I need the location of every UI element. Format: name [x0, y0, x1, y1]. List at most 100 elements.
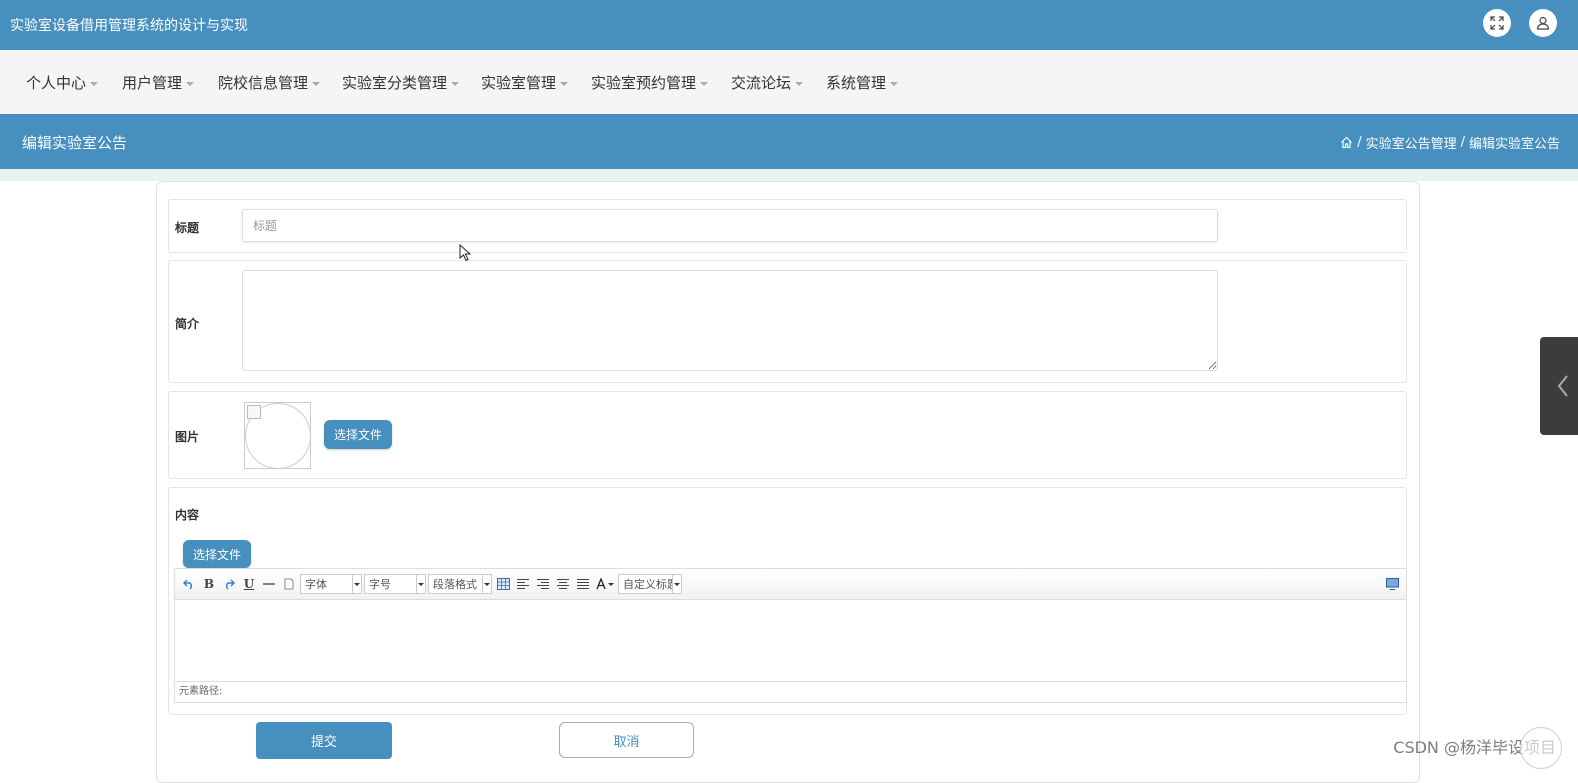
table-icon [496, 578, 510, 590]
rich-text-editor: B U 字体 字号 段落格式 自定义标题 元素路径: [174, 568, 1407, 703]
breadcrumb: / 实验室公告管理 / 编辑实验室公告 [1340, 133, 1560, 152]
underline-icon: U [243, 577, 255, 591]
chevron-left-icon [1557, 375, 1568, 397]
fullscreen-button[interactable] [1483, 9, 1511, 37]
caret-down-icon [890, 81, 899, 86]
custom-title-select[interactable]: 自定义标题 [618, 574, 682, 594]
nav-item-label: 实验室分类管理 [342, 74, 448, 92]
breadcrumb-separator: / [1357, 135, 1362, 150]
document-icon [284, 578, 294, 590]
title-row: 标题 [168, 199, 1407, 253]
caret-down-icon [560, 81, 569, 86]
nav-item-label: 院校信息管理 [218, 74, 309, 92]
image-label: 图片 [175, 430, 200, 444]
app-title: 实验室设备借用管理系统的设计与实现 [10, 18, 248, 34]
undo-icon [183, 579, 192, 590]
bold-icon: B [203, 577, 215, 591]
font-family-value: 字体 [305, 578, 327, 591]
dropdown-arrow-icon [352, 575, 361, 593]
horizontal-rule-icon [263, 583, 275, 585]
breadcrumb-separator: / [1460, 135, 1465, 150]
nav-item-lab-management[interactable]: 实验室管理 [481, 72, 569, 93]
insert-table-button[interactable] [493, 574, 513, 594]
page-title: 编辑实验室公告 [22, 134, 128, 152]
header-strip [0, 169, 1578, 181]
main-nav: 个人中心 用户管理 院校信息管理 实验室分类管理 实验室管理 实验室预约管理 交… [0, 50, 1578, 115]
caret-down-icon [312, 81, 321, 86]
paragraph-format-select[interactable]: 段落格式 [428, 574, 492, 594]
nav-item-label: 用户管理 [122, 74, 183, 92]
align-left-button[interactable] [513, 574, 533, 594]
align-right-button[interactable] [533, 574, 553, 594]
align-right-icon [537, 578, 549, 590]
breadcrumb-notice-management[interactable]: 实验室公告管理 [1366, 133, 1457, 152]
caret-down-icon [90, 81, 99, 86]
nav-item-label: 个人中心 [26, 74, 87, 92]
user-button[interactable] [1529, 9, 1557, 37]
nav-item-lab-category[interactable]: 实验室分类管理 [342, 72, 460, 93]
page-header: 编辑实验室公告 / 实验室公告管理 / 编辑实验室公告 [0, 114, 1578, 169]
align-left-icon [517, 578, 529, 590]
font-family-select[interactable]: 字体 [300, 574, 362, 594]
nav-item-system-management[interactable]: 系统管理 [826, 72, 899, 93]
caret-down-icon [795, 81, 804, 86]
align-center-icon [557, 578, 569, 590]
clear-format-button[interactable] [279, 574, 299, 594]
caret-down-icon [451, 81, 460, 86]
undo-button[interactable] [179, 574, 199, 594]
broken-image-icon [247, 405, 261, 419]
font-color-icon [596, 578, 614, 590]
intro-row: 简介 [168, 260, 1407, 383]
side-panel-toggle[interactable] [1540, 337, 1578, 435]
submit-button[interactable]: 提交 [256, 722, 392, 759]
nav-item-label: 交流论坛 [731, 74, 792, 92]
editor-body[interactable] [175, 599, 1406, 682]
redo-button[interactable] [219, 574, 239, 594]
content-choose-file-button[interactable]: 选择文件 [183, 540, 251, 568]
back-to-top-button[interactable] [1520, 727, 1562, 769]
fullscreen-icon [1490, 16, 1504, 30]
font-color-button[interactable] [593, 574, 617, 594]
monitor-icon [1385, 578, 1399, 590]
home-icon[interactable] [1340, 136, 1353, 149]
image-row: 图片 选择文件 [168, 391, 1407, 479]
title-label: 标题 [175, 221, 200, 235]
nav-item-school-info[interactable]: 院校信息管理 [218, 72, 321, 93]
justify-button[interactable] [573, 574, 593, 594]
top-bar: 实验室设备借用管理系统的设计与实现 [0, 0, 1578, 50]
editor-status-bar: 元素路径: [175, 681, 1406, 702]
breadcrumb-current: 编辑实验室公告 [1468, 137, 1560, 152]
redo-icon [226, 579, 235, 590]
align-center-button[interactable] [553, 574, 573, 594]
dropdown-arrow-icon [482, 575, 491, 593]
editor-toolbar: B U 字体 字号 段落格式 自定义标题 [175, 569, 1406, 600]
nav-item-label: 系统管理 [826, 74, 887, 92]
image-choose-file-button[interactable]: 选择文件 [324, 420, 392, 449]
mouse-cursor-icon [459, 244, 471, 262]
image-preview [244, 402, 311, 469]
nav-item-lab-reservation[interactable]: 实验室预约管理 [591, 72, 709, 93]
dropdown-arrow-icon [672, 575, 681, 593]
font-size-select[interactable]: 字号 [364, 574, 426, 594]
fullscreen-editor-button[interactable] [1382, 574, 1402, 594]
title-input[interactable] [242, 209, 1218, 242]
horizontal-rule-button[interactable] [259, 574, 279, 594]
custom-title-value: 自定义标题 [623, 578, 678, 591]
caret-down-icon [186, 81, 195, 86]
justify-icon [577, 578, 589, 590]
dropdown-arrow-icon [416, 575, 425, 593]
underline-button[interactable]: U [239, 574, 259, 594]
nav-item-forum[interactable]: 交流论坛 [731, 72, 804, 93]
nav-item-personal-center[interactable]: 个人中心 [26, 72, 99, 93]
intro-label: 简介 [175, 317, 200, 331]
caret-down-icon [700, 81, 709, 86]
nav-item-label: 实验室预约管理 [591, 74, 697, 92]
cancel-button[interactable]: 取消 [559, 722, 694, 758]
paragraph-format-value: 段落格式 [433, 578, 477, 591]
nav-item-user-management[interactable]: 用户管理 [122, 72, 195, 93]
content-label: 内容 [175, 508, 200, 522]
bold-button[interactable]: B [199, 574, 219, 594]
intro-textarea[interactable] [242, 270, 1218, 371]
nav-item-label: 实验室管理 [481, 74, 557, 92]
font-size-value: 字号 [369, 578, 391, 591]
